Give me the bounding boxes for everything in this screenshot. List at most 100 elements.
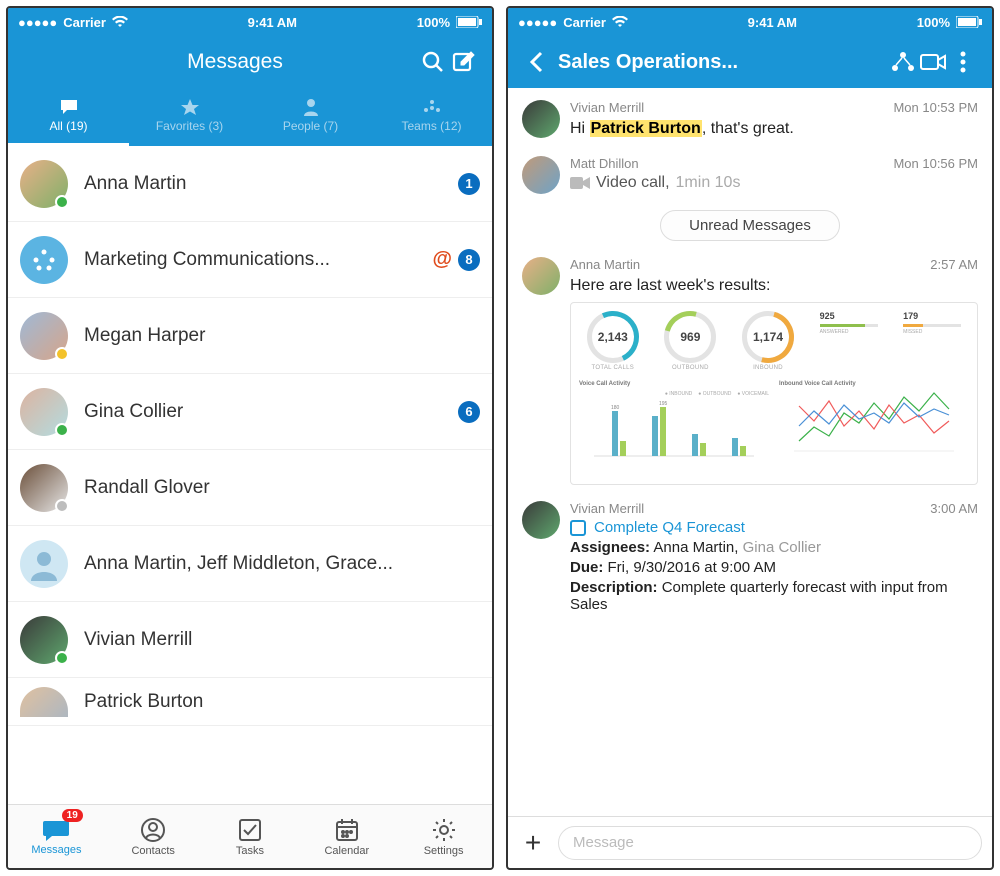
- wifi-icon: [112, 16, 128, 28]
- attach-icon[interactable]: +: [518, 827, 548, 859]
- compose-icon[interactable]: [448, 50, 478, 74]
- mention[interactable]: Patrick Burton: [590, 120, 702, 137]
- message-item[interactable]: Vivian Merrill 3:00 AM Complete Q4 Foreca…: [508, 493, 992, 621]
- tab-contacts[interactable]: Contacts: [105, 805, 202, 868]
- tab-calendar[interactable]: Calendar: [298, 805, 395, 868]
- message-input-bar: + Message: [508, 816, 992, 868]
- conversation-row[interactable]: Marketing Communications... @ 8: [8, 222, 492, 298]
- conversation-row[interactable]: Anna Martin 1: [8, 146, 492, 222]
- battery-icon: [456, 16, 482, 28]
- sender-name: Anna Martin: [570, 257, 640, 272]
- call-duration: 1min 10s: [676, 174, 741, 192]
- messages-badge: 19: [62, 809, 83, 822]
- tab-label: People (7): [283, 119, 338, 133]
- conversation-name: Anna Martin: [84, 173, 442, 195]
- tab-teams[interactable]: Teams (12): [371, 88, 492, 146]
- signal-dots-icon: ●●●●●: [518, 15, 557, 30]
- tab-label: All (19): [49, 119, 87, 133]
- conversation-row[interactable]: Gina Collier 6: [8, 374, 492, 450]
- svg-text:195: 195: [659, 401, 668, 407]
- svg-text:180: 180: [611, 405, 620, 411]
- tab-tasks[interactable]: Tasks: [202, 805, 299, 868]
- unread-messages-pill: Unread Messages: [660, 210, 840, 241]
- message-input[interactable]: Message: [558, 826, 982, 860]
- tab-settings[interactable]: Settings: [395, 805, 492, 868]
- signal-dots-icon: ●●●●●: [18, 15, 57, 30]
- conversation-name: Vivian Merrill: [84, 629, 480, 651]
- conversation-row[interactable]: Anna Martin, Jeff Middleton, Grace...: [8, 526, 492, 602]
- conversation-name: Marketing Communications...: [84, 249, 416, 271]
- conversation-row[interactable]: Randall Glover: [8, 450, 492, 526]
- gauge-inbound: 1,174INBOUND: [742, 311, 794, 371]
- conversation-row[interactable]: Patrick Burton: [8, 678, 492, 726]
- video-call-icon[interactable]: [918, 52, 948, 72]
- group-avatar-icon: [20, 540, 68, 588]
- sender-name: Vivian Merrill: [570, 100, 644, 115]
- conversation-row[interactable]: Vivian Merrill: [8, 602, 492, 678]
- conversation-name: Megan Harper: [84, 325, 480, 347]
- conversation-name: Patrick Burton: [84, 691, 480, 713]
- filter-tabs: All (19) Favorites (3) People (7) Teams …: [8, 88, 492, 146]
- task-checkbox[interactable]: [570, 520, 586, 536]
- mini-missed: 179MISSED: [903, 311, 961, 335]
- tab-label: Tasks: [236, 845, 264, 857]
- overflow-menu-icon[interactable]: [948, 50, 978, 74]
- message-text: Hi Patrick Burton, that's great.: [570, 118, 978, 140]
- search-icon[interactable]: [418, 50, 448, 74]
- task-title[interactable]: Complete Q4 Forecast: [594, 519, 745, 536]
- gauge-outbound: 969OUTBOUND: [664, 311, 716, 371]
- mini-answered: 925ANSWERED: [820, 311, 878, 335]
- status-bar: ●●●●● Carrier 9:41 AM 100%: [508, 8, 992, 36]
- tab-label: Contacts: [131, 845, 174, 857]
- team-members-icon[interactable]: [888, 50, 918, 74]
- tab-label: Teams (12): [401, 119, 461, 133]
- conversation-name: Gina Collier: [84, 401, 442, 423]
- unread-badge: 8: [458, 249, 480, 271]
- tab-messages[interactable]: Messages 19: [8, 805, 105, 868]
- tab-people[interactable]: People (7): [250, 88, 371, 146]
- header-messages: Messages: [8, 36, 492, 88]
- back-icon[interactable]: [522, 50, 552, 74]
- message-item[interactable]: Vivian Merrill Mon 10:53 PM Hi Patrick Bu…: [508, 92, 992, 148]
- chart-inbound-voice: Inbound Voice Call Activity: [779, 381, 969, 476]
- bottom-tab-bar: Messages 19 Contacts Tasks Calendar Sett…: [8, 804, 492, 868]
- wifi-icon: [612, 16, 628, 28]
- tab-label: Favorites (3): [156, 119, 223, 133]
- message-time: 2:57 AM: [930, 257, 978, 272]
- video-icon: [570, 176, 590, 190]
- gauge-total-calls: 2,143TOTAL CALLS: [587, 311, 639, 371]
- tab-label: Calendar: [324, 845, 369, 857]
- video-call-event: Video call, 1min 10s: [570, 174, 978, 192]
- conversation-name: Randall Glover: [84, 477, 480, 499]
- chat-messages[interactable]: Vivian Merrill Mon 10:53 PM Hi Patrick Bu…: [508, 88, 992, 816]
- battery-icon: [956, 16, 982, 28]
- chart-voice-call-activity: Voice Call Activity ● INBOUND● OUTBOUND●…: [579, 381, 769, 476]
- message-item[interactable]: Anna Martin 2:57 AM Here are last week's …: [508, 249, 992, 494]
- clock-label: 9:41 AM: [248, 15, 297, 30]
- message-item[interactable]: Matt DhillonMon 10:56 PM Video call, 1mi…: [508, 148, 992, 202]
- conversation-list: Anna Martin 1 Marketing Communications..…: [8, 146, 492, 804]
- battery-label: 100%: [417, 15, 450, 30]
- dashboard-attachment[interactable]: 2,143TOTAL CALLS 969OUTBOUND 1,174INBOUN…: [570, 302, 978, 485]
- unread-badge: 1: [458, 173, 480, 195]
- status-bar: ●●●●● Carrier 9:41 AM 100%: [8, 8, 492, 36]
- tab-favorites[interactable]: Favorites (3): [129, 88, 250, 146]
- chat-title[interactable]: Sales Operations...: [558, 51, 888, 74]
- message-text: Here are last week's results:: [570, 275, 978, 297]
- conversation-row[interactable]: Megan Harper: [8, 298, 492, 374]
- page-title: Messages: [52, 50, 418, 74]
- header-chat: Sales Operations...: [508, 36, 992, 88]
- tab-label: Settings: [424, 845, 464, 857]
- mention-icon: @: [432, 248, 452, 271]
- unread-badge: 6: [458, 401, 480, 423]
- task-card[interactable]: Complete Q4 Forecast Assignees: Anna Mar…: [570, 519, 978, 613]
- clock-label: 9:41 AM: [748, 15, 797, 30]
- tab-all[interactable]: All (19): [8, 88, 129, 146]
- message-time: 3:00 AM: [930, 501, 978, 516]
- conversation-name: Anna Martin, Jeff Middleton, Grace...: [84, 553, 480, 575]
- tab-label: Messages: [31, 844, 81, 856]
- phone-messages: ●●●●● Carrier 9:41 AM 100% Messages All …: [6, 6, 494, 870]
- message-time: Mon 10:56 PM: [893, 156, 978, 171]
- sender-name: Vivian Merrill: [570, 501, 644, 516]
- message-time: Mon 10:53 PM: [893, 100, 978, 115]
